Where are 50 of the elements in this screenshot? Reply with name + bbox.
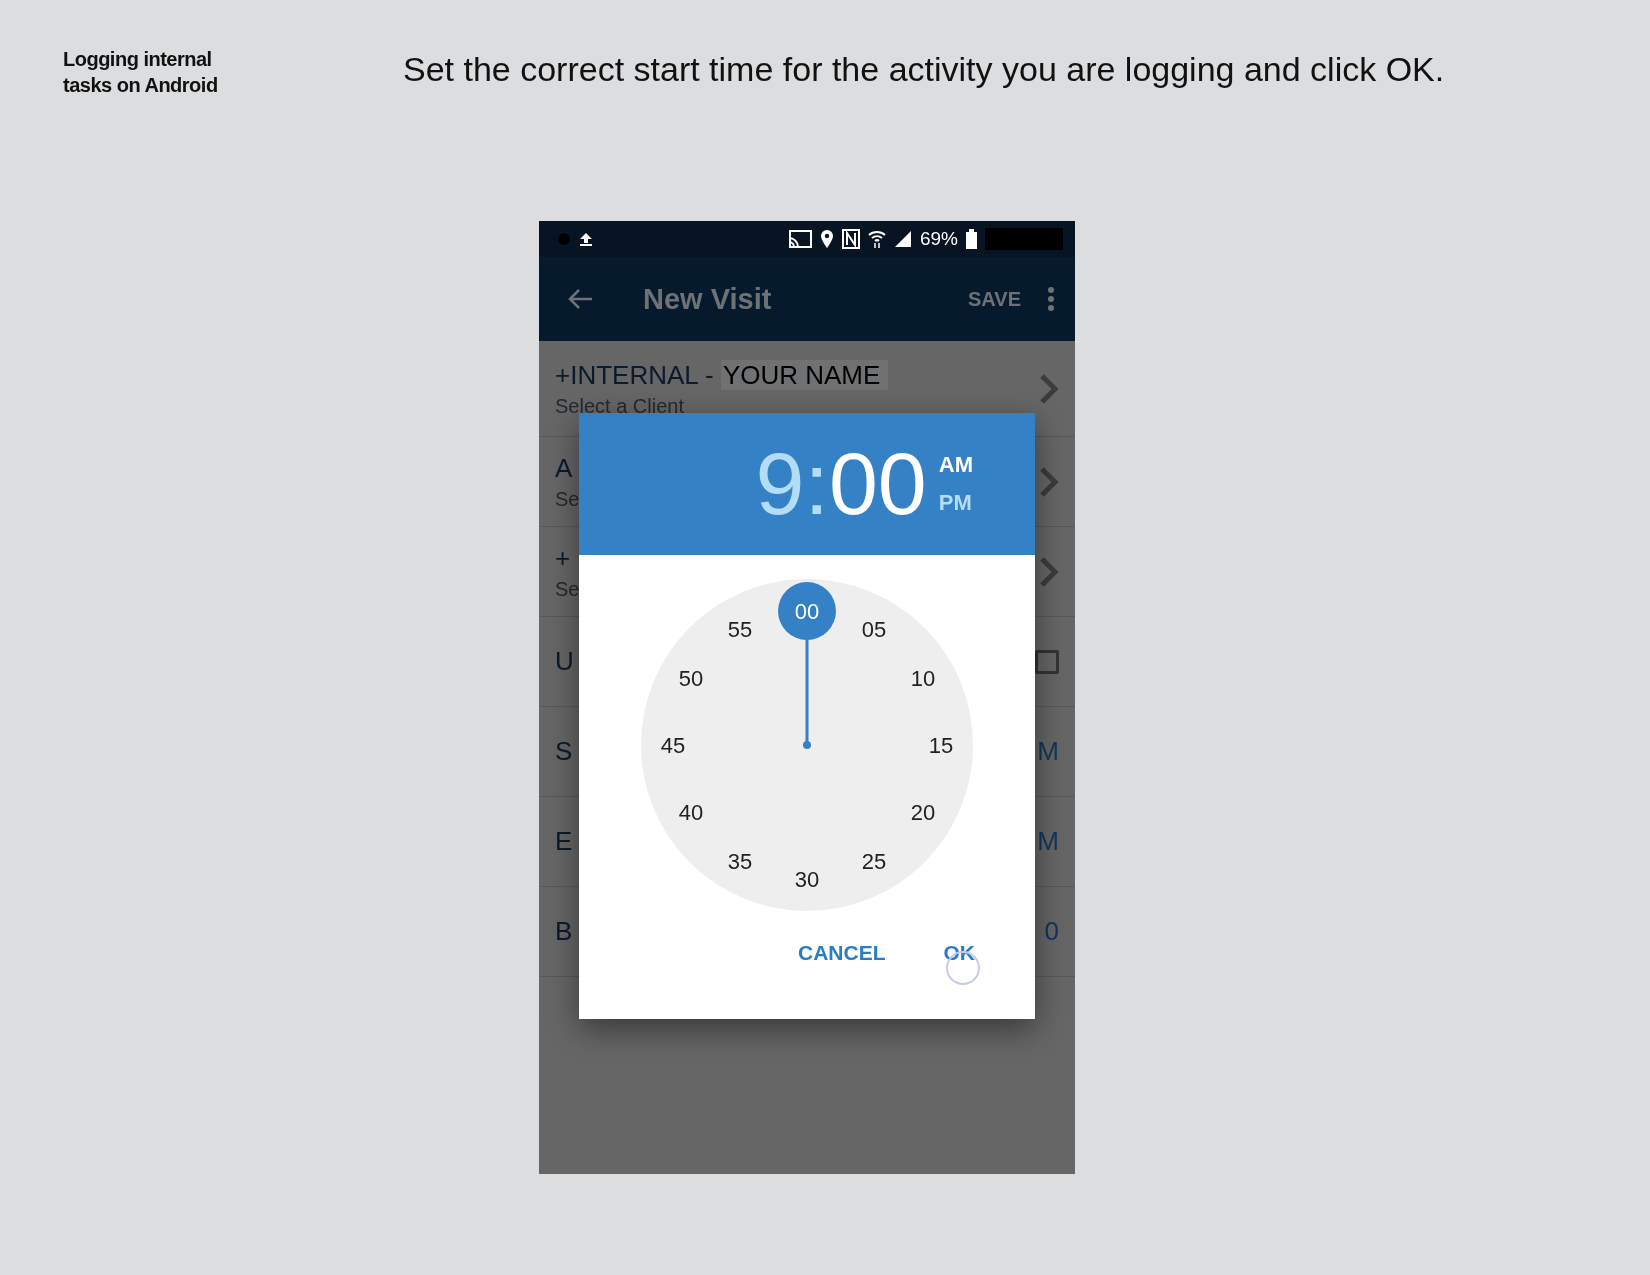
dot-icon <box>557 232 571 246</box>
minute-label[interactable]: 20 <box>910 800 936 825</box>
nfc-icon <box>841 229 860 249</box>
instruction-text: Set the correct start time for the activity you are logging and click OK. <box>403 50 1445 90</box>
minute-label[interactable]: 00 <box>794 599 820 624</box>
minute-label[interactable]: 45 <box>660 733 686 758</box>
minute-label[interactable]: 50 <box>678 666 704 691</box>
save-button[interactable]: SAVE <box>968 287 1021 311</box>
row-value: 0 <box>1044 916 1059 947</box>
row-value: M <box>1037 826 1059 857</box>
battery-percent: 69% <box>919 228 958 250</box>
name-placeholder: YOUR NAME <box>720 359 889 390</box>
row-subtitle: Se <box>555 487 580 511</box>
chevron-icon <box>1039 555 1059 588</box>
row-title: E <box>555 826 573 857</box>
minute-label[interactable]: 25 <box>861 849 887 875</box>
minute-label[interactable]: 15 <box>928 733 954 758</box>
cast-icon <box>787 230 812 248</box>
upload-icon <box>579 232 593 246</box>
row-subtitle: Select a Client <box>555 394 684 418</box>
minute-label[interactable]: 10 <box>910 666 936 691</box>
row-title: U <box>555 646 574 677</box>
wifi-icon <box>867 229 886 249</box>
minute-label[interactable]: 30 <box>794 867 820 892</box>
location-icon <box>819 229 834 249</box>
screen-title: New Visit <box>643 282 773 316</box>
minute-label[interactable]: 55 <box>727 616 753 642</box>
battery-icon <box>966 229 977 249</box>
guide-title: Logging internal tasks on Android <box>63 47 219 98</box>
signal-icon <box>893 230 912 248</box>
row-title: B <box>555 916 573 947</box>
row-title: + <box>555 542 571 574</box>
chevron-icon <box>1039 465 1059 498</box>
more-icon[interactable] <box>1047 286 1055 312</box>
minute-label[interactable]: 35 <box>727 849 753 875</box>
time-separator: : <box>804 440 829 528</box>
dialog-button[interactable]: CANCEL <box>794 937 890 969</box>
minute-display[interactable]: 00 <box>828 440 927 528</box>
clock-hand[interactable] <box>778 582 836 749</box>
period-option[interactable]: AM <box>938 452 973 478</box>
row-value: M <box>1037 736 1059 767</box>
chevron-icon <box>1039 372 1059 405</box>
back-arrow-icon[interactable] <box>567 288 593 310</box>
minute-label[interactable]: 40 <box>678 800 704 825</box>
row-title: A <box>555 452 573 484</box>
minute-label[interactable]: 05 <box>861 616 887 642</box>
row-title: S <box>555 736 573 767</box>
clock-dial[interactable]: 00 05 10 15 20 25 30 35 40 45 50 55 <box>641 579 973 911</box>
row-title: +INTERNAL - <box>555 359 715 390</box>
row-subtitle: Se <box>555 577 580 601</box>
